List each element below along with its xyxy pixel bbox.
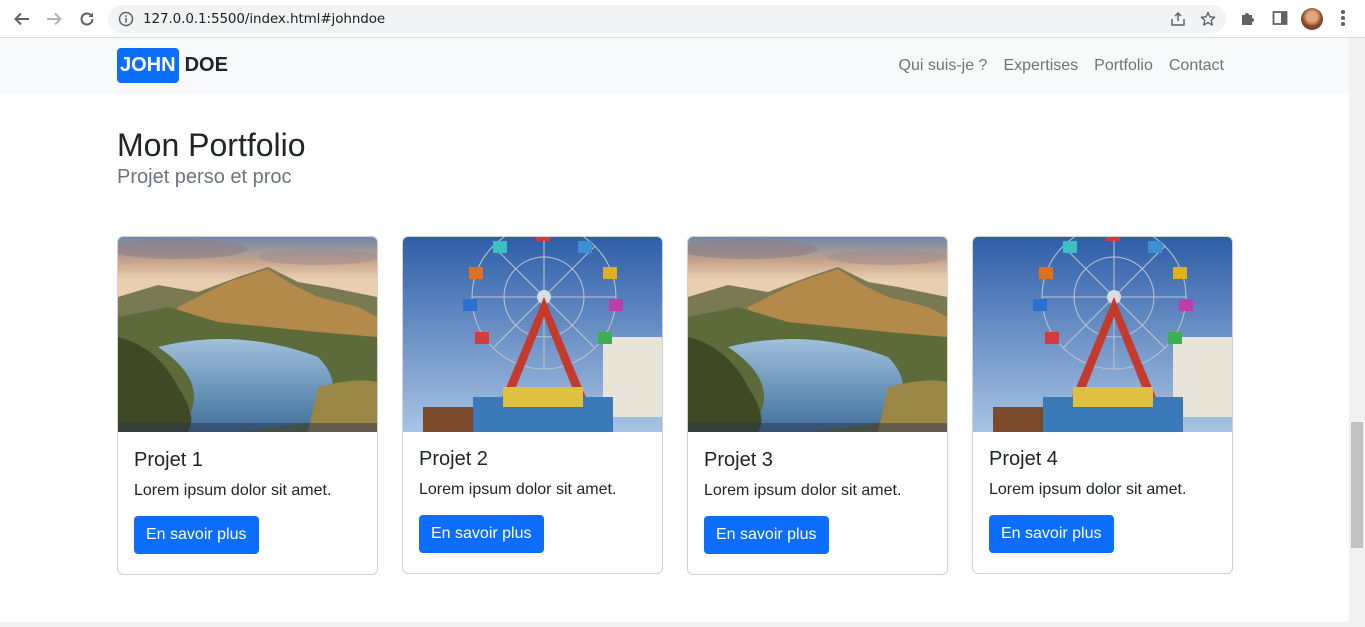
site-navbar: JOHN DOE Qui suis-je ? Expertises Portfo… (0, 38, 1349, 94)
project-card: Projet 2 Lorem ipsum dolor sit amet. En … (402, 236, 663, 574)
side-panel-icon[interactable] (1271, 9, 1289, 27)
project-image (118, 237, 377, 432)
brand-logo[interactable]: JOHN DOE (117, 48, 228, 83)
card-text: Lorem ipsum dolor sit amet. (419, 481, 617, 498)
learn-more-button[interactable]: En savoir plus (134, 516, 259, 554)
forward-icon[interactable] (43, 8, 65, 30)
project-card: Projet 3 Lorem ipsum dolor sit amet. En … (687, 236, 948, 575)
page-bottom-edge (0, 622, 1349, 627)
card-title: Projet 1 (134, 449, 203, 471)
scrollbar-thumb[interactable] (1351, 422, 1363, 548)
share-icon[interactable] (1170, 11, 1186, 27)
back-icon[interactable] (11, 8, 33, 30)
learn-more-button[interactable]: En savoir plus (704, 516, 829, 554)
url-text[interactable]: 127.0.0.1:5500/index.html#johndoe (143, 5, 385, 33)
reload-icon[interactable] (76, 8, 98, 30)
nav-link-expertises[interactable]: Expertises (1003, 57, 1078, 75)
project-card: Projet 4 Lorem ipsum dolor sit amet. En … (972, 236, 1233, 574)
star-icon[interactable] (1200, 11, 1216, 27)
card-text: Lorem ipsum dolor sit amet. (989, 481, 1187, 498)
profile-avatar[interactable] (1301, 8, 1323, 30)
nav-link-contact[interactable]: Contact (1169, 57, 1224, 75)
brand-name: DOE (184, 54, 228, 76)
nav-links: Qui suis-je ? Expertises Portfolio Conta… (899, 38, 1224, 94)
brand-badge: JOHN (117, 48, 179, 83)
project-image (688, 237, 947, 432)
browser-toolbar: 127.0.0.1:5500/index.html#johndoe (0, 0, 1365, 38)
scrollbar[interactable] (1349, 38, 1365, 627)
page-subtitle: Projet perso et proc (117, 166, 292, 188)
page-title: Mon Portfolio (117, 127, 306, 163)
info-icon[interactable] (118, 11, 134, 27)
card-title: Projet 4 (989, 448, 1058, 470)
nav-link-qui-suis-je[interactable]: Qui suis-je ? (899, 57, 988, 75)
learn-more-button[interactable]: En savoir plus (989, 515, 1114, 553)
nav-link-portfolio[interactable]: Portfolio (1094, 57, 1153, 75)
card-title: Projet 2 (419, 448, 488, 470)
card-title: Projet 3 (704, 449, 773, 471)
menu-icon[interactable] (1338, 10, 1348, 28)
extensions-icon[interactable] (1239, 9, 1257, 27)
card-text: Lorem ipsum dolor sit amet. (134, 482, 332, 499)
project-card: Projet 1 Lorem ipsum dolor sit amet. En … (117, 236, 378, 575)
project-image (973, 237, 1232, 432)
address-bar[interactable]: 127.0.0.1:5500/index.html#johndoe (108, 5, 1226, 33)
learn-more-button[interactable]: En savoir plus (419, 515, 544, 553)
card-text: Lorem ipsum dolor sit amet. (704, 482, 902, 499)
project-image (403, 237, 662, 432)
